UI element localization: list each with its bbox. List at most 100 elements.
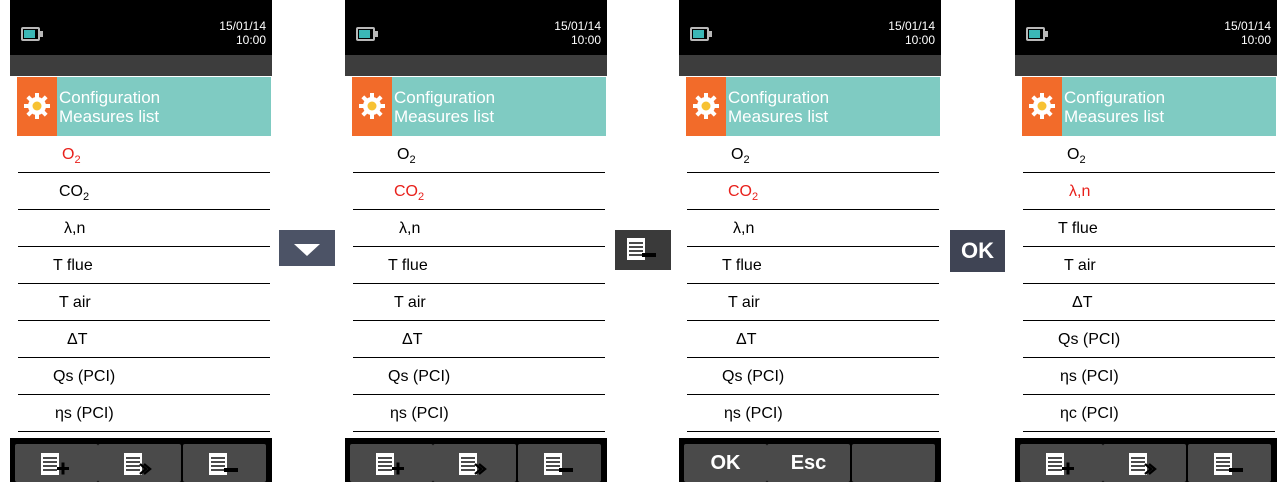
measure-name: CO <box>394 183 418 200</box>
title-line-2: Measures list <box>59 107 160 126</box>
measure-subscript: 2 <box>743 154 750 167</box>
title-line-2: Measures list <box>394 107 495 126</box>
measure-list-item[interactable]: T air <box>679 284 941 321</box>
battery-terminal <box>40 31 43 37</box>
menu-title: Configuration Measures list <box>57 77 271 136</box>
softkey-list-remove[interactable] <box>183 444 266 482</box>
measure-label: Qs (PCI) <box>53 358 115 395</box>
measure-list-item[interactable]: O2 <box>679 136 941 173</box>
device-screen: 15/01/14 10:00 Configuration Measures list O… <box>345 0 607 482</box>
measure-list-item[interactable]: ηc (PCI) <box>1015 395 1277 432</box>
measure-list-item[interactable]: λ,n <box>679 210 941 247</box>
measure-list-item[interactable]: CO2 <box>10 173 272 210</box>
measure-label: λ,n <box>64 210 85 247</box>
measure-label: T flue <box>388 247 428 284</box>
measure-list-item[interactable]: ηs (PCI) <box>345 395 607 432</box>
measure-label: T air <box>728 284 760 321</box>
list-remove-button[interactable] <box>615 230 671 270</box>
measure-list-item[interactable]: λ,n <box>345 210 607 247</box>
measure-name: CO <box>59 183 83 200</box>
measure-list-item[interactable]: Qs (PCI) <box>679 358 941 395</box>
measure-list-item[interactable]: T flue <box>1015 210 1277 247</box>
status-bar: 15/01/14 10:00 <box>1015 0 1277 55</box>
measure-name: T flue <box>388 257 428 274</box>
measure-list-item[interactable]: O2 <box>10 136 272 173</box>
date-text: 15/01/14 <box>888 19 935 33</box>
measure-list-item[interactable]: T flue <box>10 247 272 284</box>
measure-name: ΔT <box>67 331 88 348</box>
time-text: 10:00 <box>904 33 935 47</box>
battery-icon <box>1026 27 1048 41</box>
measure-name: λ,n <box>1069 183 1091 200</box>
menu-title-bar: Configuration Measures list <box>679 76 941 136</box>
measures-list: O2 CO2 λ,n T flue T air ΔT Qs (PCI) ηs (PCI) <box>679 136 941 432</box>
measure-list-item[interactable]: λ,n <box>10 210 272 247</box>
measure-list-item[interactable]: ηs (PCI) <box>679 395 941 432</box>
measure-list-item[interactable]: ΔT <box>345 321 607 358</box>
measure-list-item[interactable]: CO2 <box>345 173 607 210</box>
softkey-ok[interactable]: OK <box>684 444 767 482</box>
date-time: 15/01/14 10:00 <box>554 19 601 47</box>
measure-label: T flue <box>1058 210 1098 247</box>
measure-list-item[interactable]: T flue <box>345 247 607 284</box>
title-line-1: Configuration <box>59 88 161 107</box>
measure-list-item[interactable]: T flue <box>679 247 941 284</box>
battery-icon <box>356 27 378 41</box>
measure-list-item[interactable]: Qs (PCI) <box>345 358 607 395</box>
gear-icon <box>358 92 386 120</box>
measure-list-item[interactable]: O2 <box>1015 136 1277 173</box>
softkey-esc[interactable]: Esc <box>767 444 850 482</box>
measure-list-item[interactable]: ηs (PCI) <box>1015 358 1277 395</box>
measure-list-item[interactable]: Qs (PCI) <box>10 358 272 395</box>
softkey-label: OK <box>710 452 741 474</box>
status-bar: 15/01/14 10:00 <box>10 0 272 55</box>
date-time: 15/01/14 10:00 <box>219 19 266 47</box>
measure-list-item[interactable]: T air <box>10 284 272 321</box>
battery-terminal <box>1045 31 1048 37</box>
measure-list-item[interactable]: T air <box>345 284 607 321</box>
menu-title-text: Configuration Measures list <box>728 88 829 126</box>
softkey-empty[interactable] <box>852 444 935 482</box>
date-text: 15/01/14 <box>1224 19 1271 33</box>
measure-list-item[interactable]: λ,n <box>1015 173 1277 210</box>
measure-label: ΔT <box>402 321 422 358</box>
measure-list-item[interactable]: O2 <box>345 136 607 173</box>
measure-name: ηs (PCI) <box>55 405 114 422</box>
softkey-list-add[interactable] <box>350 444 433 482</box>
softkey-list-remove[interactable] <box>1188 444 1271 482</box>
measure-name: CO <box>728 183 752 200</box>
battery-level <box>359 30 370 38</box>
measure-list-item[interactable]: ΔT <box>1015 284 1277 321</box>
title-line-1: Configuration <box>1064 88 1166 107</box>
arrow-down-button[interactable] <box>279 230 335 266</box>
device-screen: 15/01/14 10:00 Configuration Measures list O… <box>10 0 272 482</box>
measure-name: T flue <box>1058 220 1098 237</box>
measure-name: T flue <box>53 257 93 274</box>
measure-subscript: 2 <box>752 191 759 204</box>
measure-name: O <box>731 146 744 163</box>
measure-label: T flue <box>53 247 93 284</box>
measure-name: Qs (PCI) <box>1058 331 1121 348</box>
measure-subscript: 2 <box>1079 154 1086 167</box>
softkey-list-insert[interactable] <box>98 444 181 482</box>
measure-list-item[interactable]: ΔT <box>10 321 272 358</box>
softkey-list-insert[interactable] <box>1103 444 1186 482</box>
measure-subscript: 2 <box>83 191 90 204</box>
status-bar: 15/01/14 10:00 <box>679 0 941 55</box>
measure-label: ηs (PCI) <box>390 395 449 432</box>
softkey-list-add[interactable] <box>15 444 98 482</box>
date-time: 15/01/14 10:00 <box>888 19 935 47</box>
softkey-list-remove[interactable] <box>518 444 601 482</box>
measure-name: Qs (PCI) <box>53 368 116 385</box>
measure-list-item[interactable]: T air <box>1015 247 1277 284</box>
ok-button[interactable]: OK <box>950 230 1005 272</box>
softkey-list-insert[interactable] <box>433 444 516 482</box>
measure-list-item[interactable]: CO2 <box>679 173 941 210</box>
measure-list-item[interactable]: ηs (PCI) <box>10 395 272 432</box>
measure-list-item[interactable]: Qs (PCI) <box>1015 321 1277 358</box>
softkey-list-add[interactable] <box>1020 444 1103 482</box>
battery-terminal <box>709 31 712 37</box>
measure-name: ηs (PCI) <box>1060 368 1119 385</box>
softkey-bar <box>345 438 607 482</box>
measure-list-item[interactable]: ΔT <box>679 321 941 358</box>
